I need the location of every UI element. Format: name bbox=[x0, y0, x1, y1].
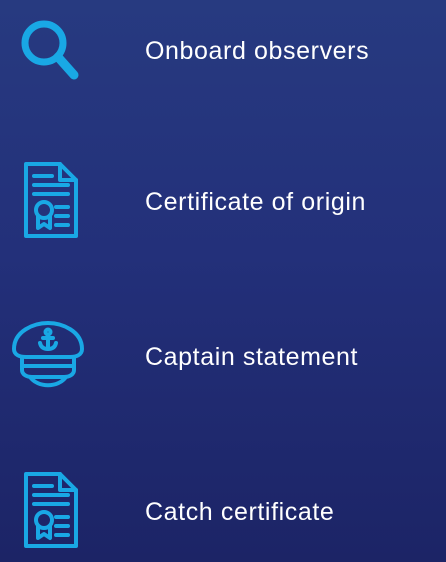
certificate-icon bbox=[10, 160, 90, 240]
list-item-captain-statement: Captain statement bbox=[0, 306, 446, 406]
certificate-icon bbox=[10, 470, 90, 550]
list-item-label: Certificate of origin bbox=[145, 188, 367, 216]
list-item-label: Captain statement bbox=[145, 343, 359, 371]
list-item-catch-certificate: Catch certificate bbox=[0, 460, 446, 560]
search-icon bbox=[10, 10, 90, 90]
list-item-certificate-of-origin: Certificate of origin bbox=[0, 150, 446, 250]
captain-hat-icon bbox=[8, 314, 88, 394]
list-item-label: Onboard observers bbox=[145, 37, 370, 65]
list-item-onboard-observers: Onboard observers bbox=[0, 0, 446, 100]
feature-list: Onboard observers Certificate of origin … bbox=[0, 0, 446, 562]
list-item-label: Catch certificate bbox=[145, 498, 335, 526]
